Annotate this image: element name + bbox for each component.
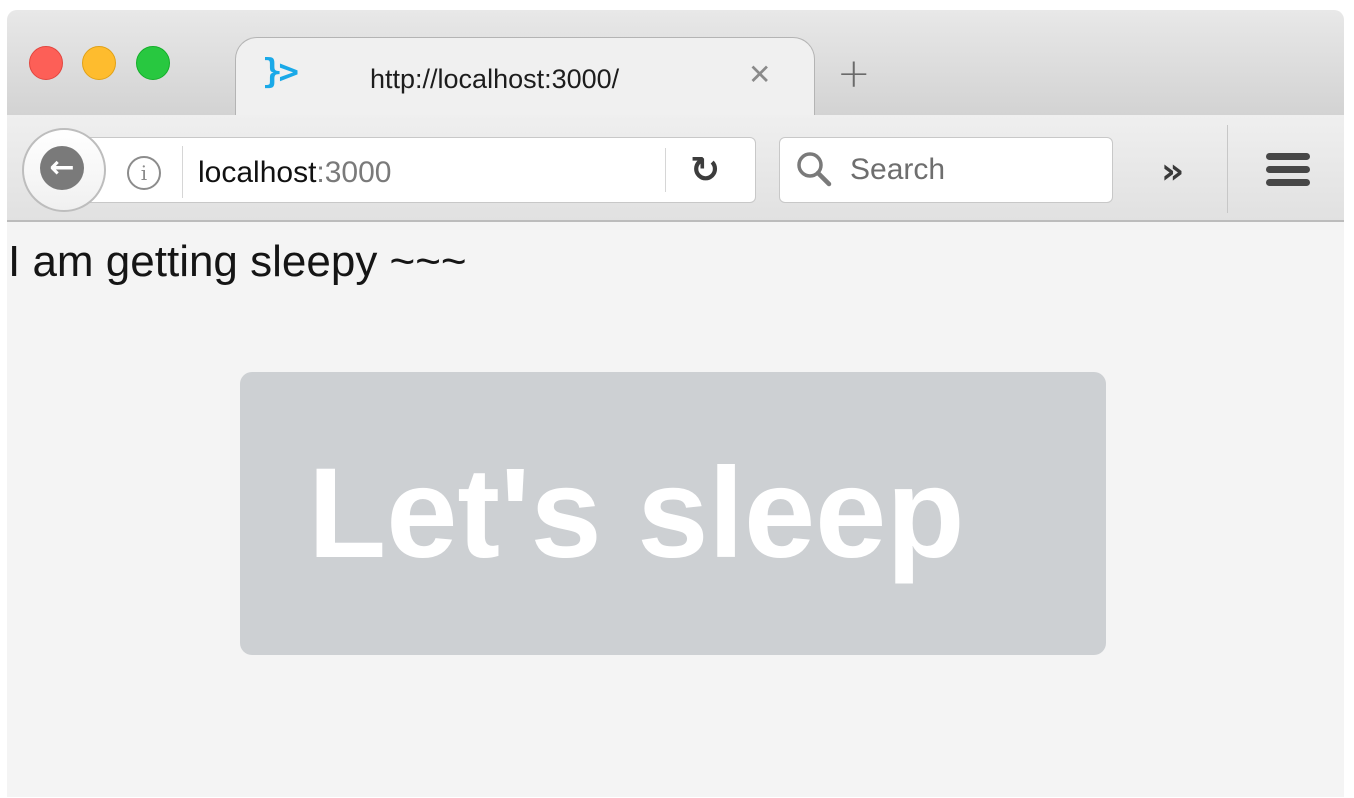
search-input[interactable] xyxy=(850,150,1100,190)
toolbar-divider xyxy=(1227,125,1228,213)
reload-icon[interactable]: ↻ xyxy=(690,150,720,191)
window-maximize-button[interactable] xyxy=(136,46,170,80)
back-arrow-icon: ← xyxy=(40,146,84,190)
tab-strip: }> http://localhost:3000/ ✕ + xyxy=(7,10,1344,116)
search-bar[interactable] xyxy=(779,137,1113,203)
hamburger-menu-icon[interactable] xyxy=(1266,153,1310,187)
search-icon xyxy=(797,152,832,187)
browser-window: }> http://localhost:3000/ ✕ + » ← i loca… xyxy=(7,10,1344,797)
page-headline: I am getting sleepy ~~~ xyxy=(8,237,467,286)
page-content: I am getting sleepy ~~~ Let's sleep xyxy=(7,222,1344,797)
new-tab-button[interactable]: + xyxy=(837,54,871,94)
url-port: :3000 xyxy=(316,156,392,189)
overflow-menu-icon[interactable]: » xyxy=(1161,151,1184,192)
window-minimize-button[interactable] xyxy=(82,46,116,80)
address-bar[interactable] xyxy=(67,137,756,203)
url-separator xyxy=(182,146,183,198)
url-field[interactable]: localhost:3000 xyxy=(198,156,391,190)
window-close-button[interactable] xyxy=(29,46,63,80)
tab-title: http://localhost:3000/ xyxy=(370,64,620,94)
tab-active[interactable]: }> http://localhost:3000/ ✕ xyxy=(235,37,815,116)
site-info-icon[interactable]: i xyxy=(127,156,161,190)
tab-close-icon[interactable]: ✕ xyxy=(748,58,771,91)
favicon-icon: }> xyxy=(262,52,299,92)
url-host: localhost xyxy=(198,156,317,189)
lets-sleep-button[interactable]: Let's sleep xyxy=(240,372,1106,655)
url-separator-right xyxy=(665,148,666,192)
back-button[interactable]: ← xyxy=(22,128,106,212)
